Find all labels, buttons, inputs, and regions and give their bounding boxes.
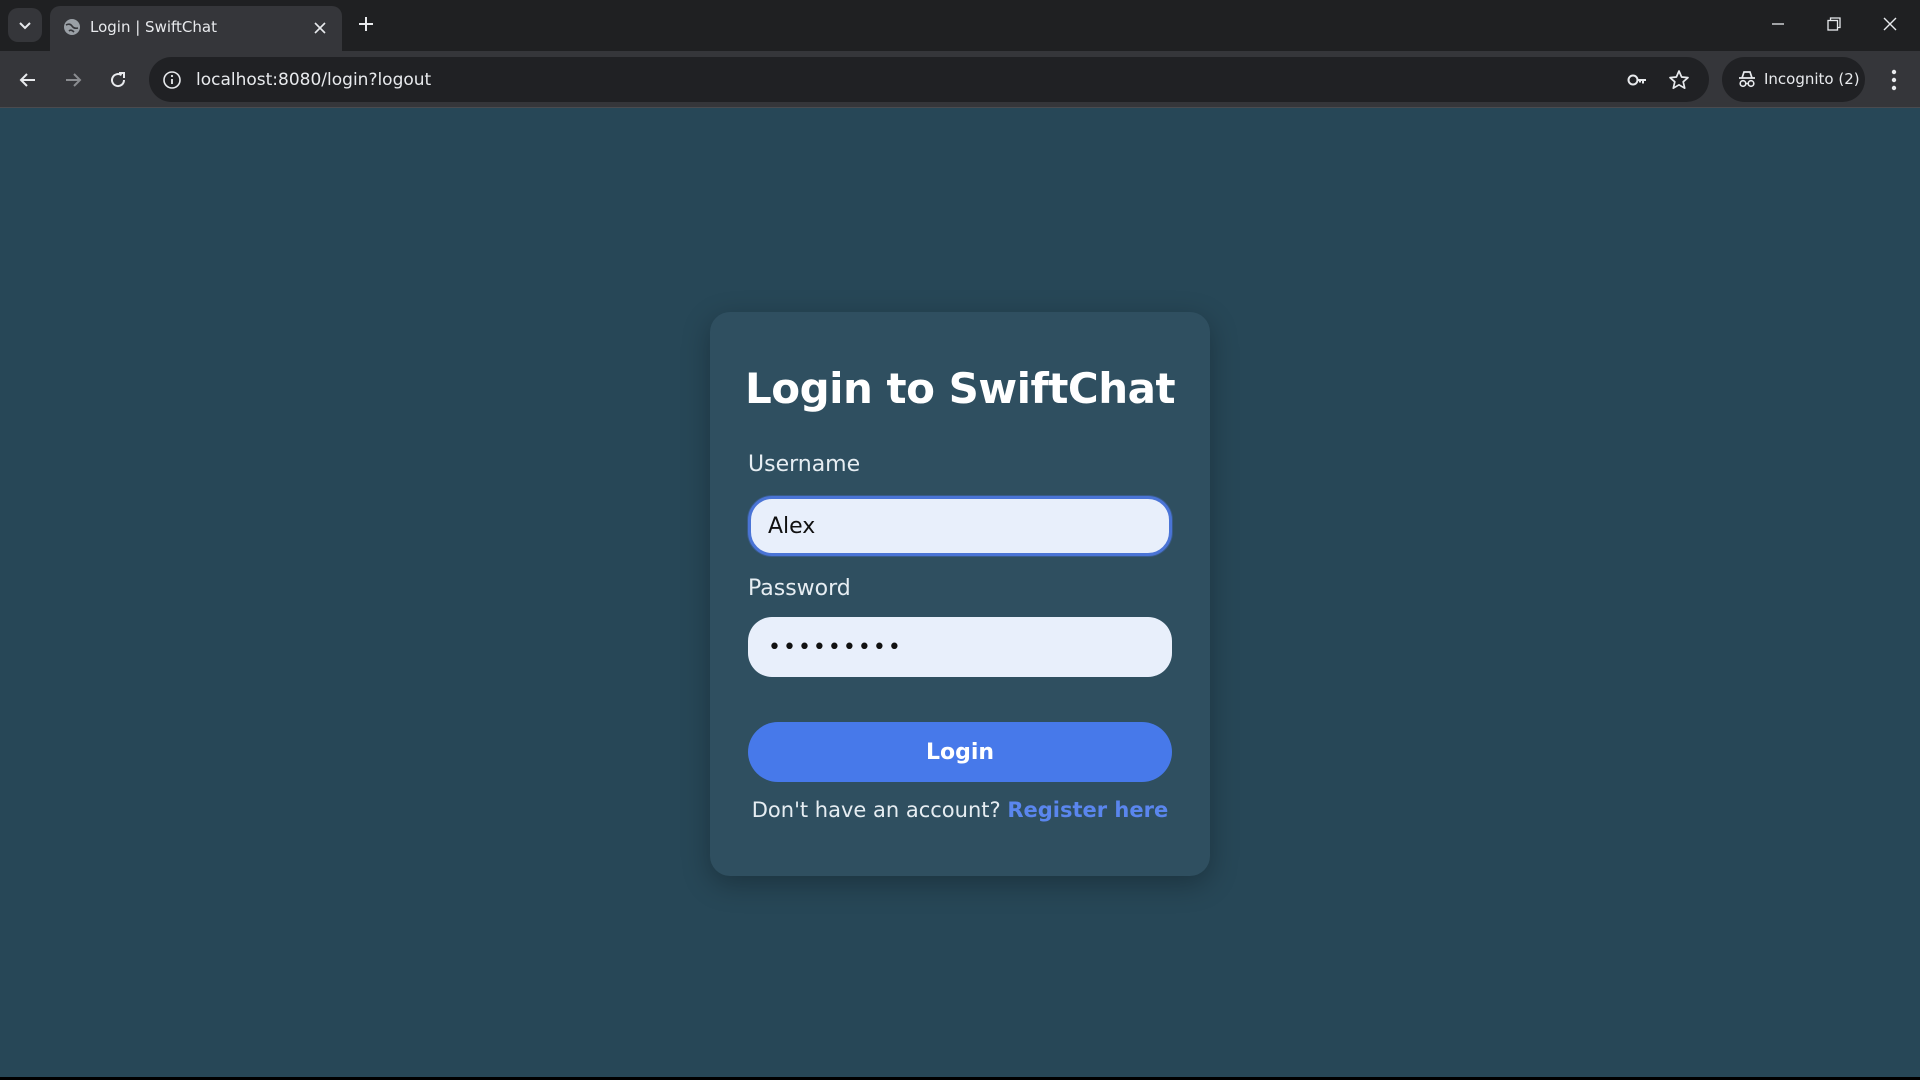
incognito-label: Incognito (2) [1764,70,1860,88]
url-text[interactable]: localhost:8080/login?logout [196,70,431,90]
reload-icon [111,72,126,88]
tab-close-button[interactable] [310,18,330,38]
minimize-icon [1772,23,1784,25]
tab-title: Login | SwiftChat [90,18,217,36]
register-prompt-row: Don't have an account? Register here [710,798,1210,822]
info-icon[interactable] [161,69,183,91]
star-icon [1669,70,1689,90]
close-icon [314,22,326,34]
browser-toolbar: localhost:8080/login?logout Incognito (2… [0,51,1920,108]
arrow-right-icon [66,73,82,87]
incognito-icon [1739,71,1755,88]
restore-icon [1827,17,1841,31]
register-prompt-text: Don't have an account? [751,798,1001,822]
password-label: Password [748,576,851,601]
plus-icon [359,17,373,31]
arrow-left-icon [19,73,35,87]
forward-button[interactable] [57,64,89,96]
password-input[interactable] [748,617,1172,677]
page-title: Login to SwiftChat [744,364,1176,413]
address-bar[interactable]: localhost:8080/login?logout [149,57,1709,102]
new-tab-button[interactable] [353,11,379,37]
kebab-menu-icon [1891,69,1897,91]
close-icon [1883,17,1897,31]
chevron-down-icon [19,22,31,30]
page-background: Login to SwiftChat Username Password Log… [0,108,1920,1077]
login-card: Login to SwiftChat Username Password Log… [710,312,1210,876]
incognito-badge[interactable]: Incognito (2) [1722,57,1865,102]
password-manager-button[interactable] [1625,68,1649,92]
login-button[interactable]: Login [748,722,1172,782]
tab-strip: Login | SwiftChat [0,0,1920,51]
globe-icon [64,19,80,35]
active-tab[interactable]: Login | SwiftChat [50,6,342,51]
reload-button[interactable] [102,64,134,96]
username-input[interactable] [748,496,1172,556]
bookmark-button[interactable] [1667,68,1691,92]
key-icon [1627,74,1646,86]
minimize-button[interactable] [1750,0,1806,48]
register-link[interactable]: Register here [1007,798,1168,822]
browser-menu-button[interactable] [1880,64,1908,96]
back-button[interactable] [12,64,44,96]
username-label: Username [748,452,861,477]
tab-search-button[interactable] [8,8,42,42]
restore-button[interactable] [1806,0,1862,48]
close-window-button[interactable] [1862,0,1918,48]
